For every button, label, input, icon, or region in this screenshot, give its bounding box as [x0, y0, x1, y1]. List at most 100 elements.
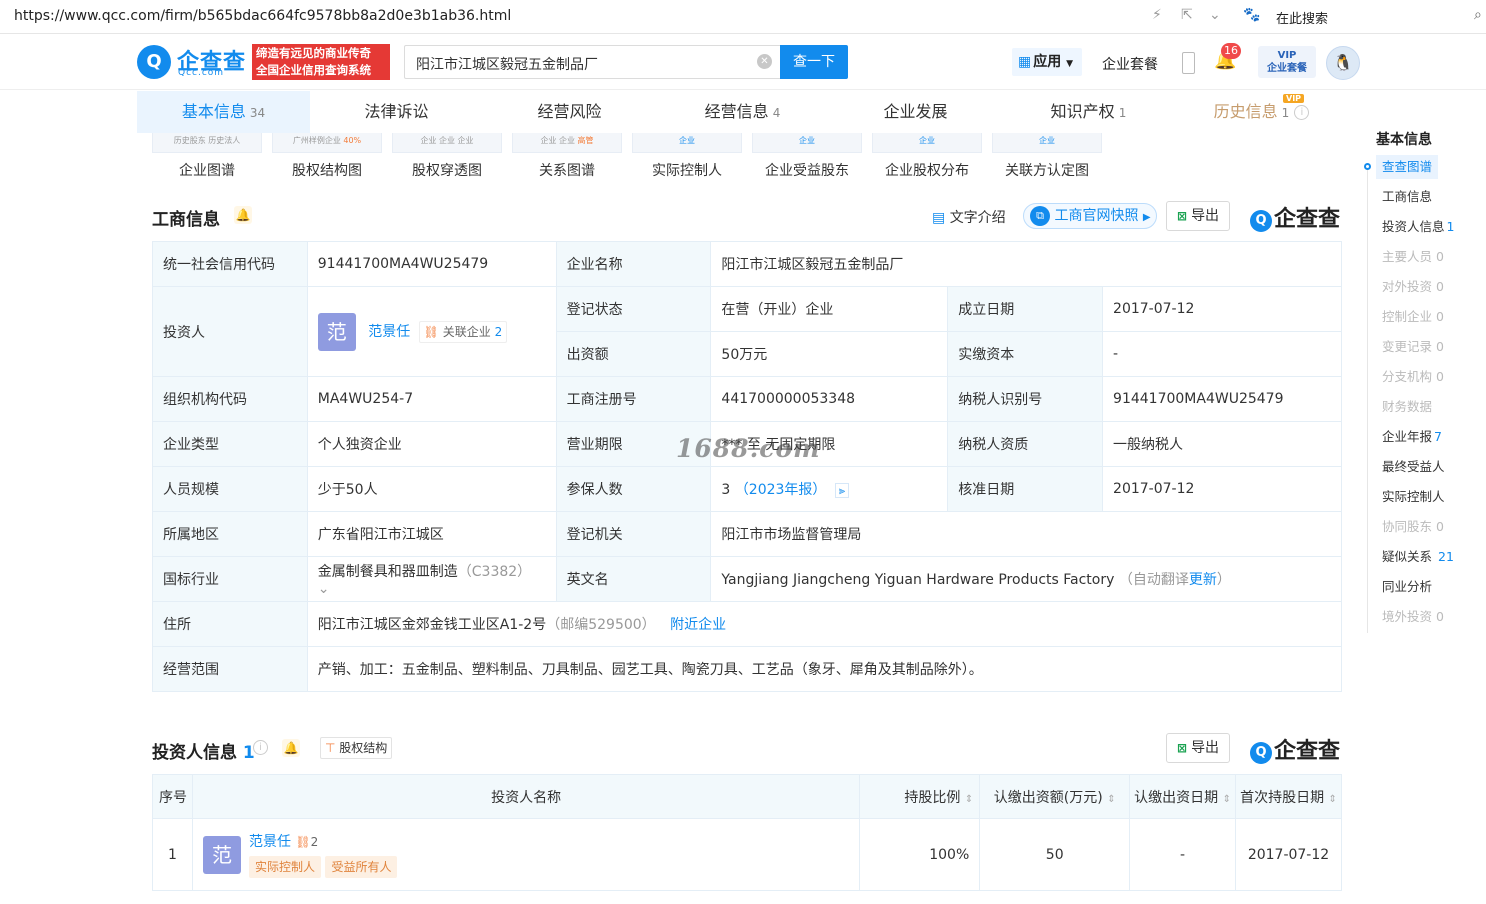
org-code-value[interactable]: MA4WU254-7	[306, 376, 557, 422]
text-intro-button[interactable]: ▤ 文字介绍	[932, 207, 1006, 227]
related-tag[interactable]: ⛓2	[295, 835, 318, 849]
sidebar-item[interactable]: 对外投资 0	[1376, 275, 1450, 299]
address-value[interactable]: 阳江市江城区金郊金钱工业区A1-2号	[318, 617, 546, 633]
share-icon[interactable]: ⇱	[1181, 7, 1193, 23]
url-text[interactable]: https://www.qcc.com/firm/b565bdac664fc95…	[14, 8, 511, 24]
export-button[interactable]: ⊠ 导出	[1166, 733, 1231, 763]
tab-development[interactable]: 企业发展	[829, 91, 1002, 133]
sidebar-item[interactable]: 企业年报 7	[1376, 425, 1448, 449]
tab-ip[interactable]: 知识产权 1	[1002, 91, 1175, 133]
sidebar-item[interactable]: 工商信息	[1376, 185, 1438, 209]
reg-number-value[interactable]: 441700000053348	[710, 376, 949, 422]
sidebar-item[interactable]: 财务数据	[1376, 395, 1438, 419]
info-icon: i	[1294, 105, 1310, 120]
graph-thumb[interactable]: 历史股东 历史法人	[152, 133, 262, 153]
related-company-tag[interactable]: ⛓ 关联企业 2	[418, 320, 508, 343]
chart-icon[interactable]: ⫸	[834, 483, 850, 498]
vip-badge[interactable]: VIP 企业套餐	[1258, 46, 1316, 78]
sidebar-item[interactable]: 主要人员 0	[1376, 245, 1450, 269]
graph-label[interactable]: 关联方认定图	[992, 160, 1102, 180]
search-input[interactable]: 阳江市江城区毅冠五金制品厂 ✕	[404, 45, 780, 79]
sidebar-item[interactable]: 境外投资 0	[1376, 605, 1450, 629]
bell-icon[interactable]: 🔔	[234, 206, 252, 224]
graph-label[interactable]: 股权结构图	[272, 160, 382, 180]
graph-label[interactable]: 关系图谱	[512, 160, 622, 180]
phone-icon[interactable]	[1182, 52, 1195, 74]
field-label: 国标行业	[152, 556, 308, 602]
bell-icon[interactable]: 🔔	[282, 739, 300, 757]
sidebar-item[interactable]: 分支机构 0	[1376, 365, 1450, 389]
graph-thumb[interactable]: 企业 企业 企业	[392, 133, 502, 153]
tab-legal[interactable]: 法律诉讼	[310, 91, 483, 133]
qcc-brand: Q 企查查	[1250, 733, 1340, 765]
clear-icon[interactable]: ✕	[757, 54, 772, 69]
investor-cell: 范 范景任 ⛓ 关联企业 2	[306, 286, 557, 377]
chevron-down-icon[interactable]: ⌄	[1209, 7, 1221, 23]
search-icon[interactable]: ⌕	[1474, 7, 1482, 23]
credit-code-value[interactable]: 91441700MA4WU25479	[306, 241, 557, 287]
sidebar-item[interactable]: 同业分析	[1376, 575, 1438, 599]
sidebar-item[interactable]: 协同股东 0	[1376, 515, 1450, 539]
sidebar-item[interactable]: 控制企业 0	[1376, 305, 1450, 329]
tab-basic-info[interactable]: 基本信息 34	[137, 91, 310, 133]
lightning-icon[interactable]: ⚡	[1152, 7, 1162, 23]
table-row: 住所 阳江市江城区金郊金钱工业区A1-2号（邮编529500） 附近企业	[152, 601, 1343, 647]
graph-label[interactable]: 实际控制人	[632, 160, 742, 180]
graph-thumb[interactable]: 企业 企业 高管	[512, 133, 622, 153]
search-button[interactable]: 查一下	[780, 45, 848, 79]
graph-thumb[interactable]: 企业	[752, 133, 862, 153]
graph-label[interactable]: 企业受益股东	[752, 160, 862, 180]
tax-id-value[interactable]: 91441700MA4WU25479	[1102, 376, 1342, 422]
region-value[interactable]: 广东省阳江市江城区	[306, 511, 557, 557]
tab-history[interactable]: 历史信息 1 i	[1175, 91, 1348, 133]
right-sidebar-nav: 基本信息 查查图谱 工商信息 投资人信息 1 主要人员 0 对外投资 0 控制企业…	[1364, 132, 1486, 633]
graph-thumb[interactable]: 企业	[632, 133, 742, 153]
apps-menu[interactable]: ▦ 应用 ▼	[1012, 48, 1082, 76]
annual-report-link[interactable]: （2023年报）	[735, 482, 827, 498]
investor-name-link[interactable]: 范景任	[368, 324, 410, 340]
qcc-logo[interactable]: Q 企查查 Qcc.com	[137, 45, 249, 79]
graph-label[interactable]: 企业图谱	[152, 160, 262, 180]
package-link[interactable]: 企业套餐	[1102, 54, 1158, 74]
avatar: 范	[317, 312, 356, 351]
english-name-value: Yangjiang Jiangcheng Yiguan Hardware Pro…	[721, 572, 1115, 588]
equity-structure-button[interactable]: ⊤ 股权结构	[320, 737, 393, 759]
company-name-value[interactable]: 阳江市江城区毅冠五金制品厂	[710, 241, 1342, 287]
info-icon[interactable]: i	[253, 740, 268, 755]
export-button[interactable]: ⊠ 导出	[1166, 201, 1231, 231]
graph-thumb[interactable]: 企业	[992, 133, 1102, 153]
col-header-sortable[interactable]: 首次持股日期 ⇕	[1235, 774, 1342, 819]
col-header-sortable[interactable]: 持股比例 ⇕	[859, 774, 981, 819]
col-header-sortable[interactable]: 认缴出资日期 ⇕	[1129, 774, 1237, 819]
graph-thumb[interactable]: 企业	[872, 133, 982, 153]
tab-risk[interactable]: 经营风险	[483, 91, 656, 133]
sidebar-item[interactable]: 投资人信息 1	[1376, 215, 1460, 239]
investor-name-link[interactable]: 范景任	[249, 834, 291, 850]
sidebar-item[interactable]: 实际控制人	[1376, 485, 1451, 509]
snapshot-button[interactable]: ⧉ 工商官网快照 ▶	[1023, 203, 1157, 229]
tag-actual-controller[interactable]: 实际控制人	[248, 856, 321, 878]
tab-operation[interactable]: 经营信息 4	[656, 91, 829, 133]
sort-icon: ⇕	[1222, 793, 1231, 805]
sidebar-item[interactable]: 变更记录 0	[1376, 335, 1450, 359]
sidebar-item[interactable]: 疑似关系 21	[1376, 545, 1460, 569]
chevron-down-icon[interactable]: ⌄	[318, 581, 330, 597]
graph-thumb[interactable]: 广州样例企业 40%	[272, 133, 382, 153]
graph-label[interactable]: 股权穿透图	[392, 160, 502, 180]
graph-label[interactable]: 企业股权分布	[872, 160, 982, 180]
tag-beneficial-owner[interactable]: 受益所有人	[325, 856, 398, 878]
investor-name-cell: 范 范景任 ⛓2 实际控制人 受益所有人	[191, 818, 861, 891]
sidebar-item[interactable]: 查查图谱	[1376, 155, 1439, 179]
user-avatar[interactable]: 🐧	[1326, 46, 1360, 80]
update-link[interactable]: 更新	[1189, 572, 1217, 588]
related-label: 关联企业	[442, 324, 491, 339]
col-header-sortable[interactable]: 认缴出资额(万元) ⇕	[979, 774, 1131, 819]
industry-cell[interactable]: 金属制餐具和器皿制造（C3382） ⌄	[306, 556, 557, 602]
paw-search-icon[interactable]: 🐾	[1243, 7, 1260, 23]
sidebar-item[interactable]: 最终受益人	[1376, 455, 1451, 479]
col-header: 序号	[152, 774, 193, 819]
field-label: 投资人	[152, 286, 308, 377]
slogan-banner: 缔造有远见的商业传奇 全国企业信用查询系统	[252, 44, 390, 80]
nearby-companies-link[interactable]: 附近企业	[670, 617, 726, 633]
browser-search-input[interactable]: 在此搜索	[1276, 8, 1328, 27]
